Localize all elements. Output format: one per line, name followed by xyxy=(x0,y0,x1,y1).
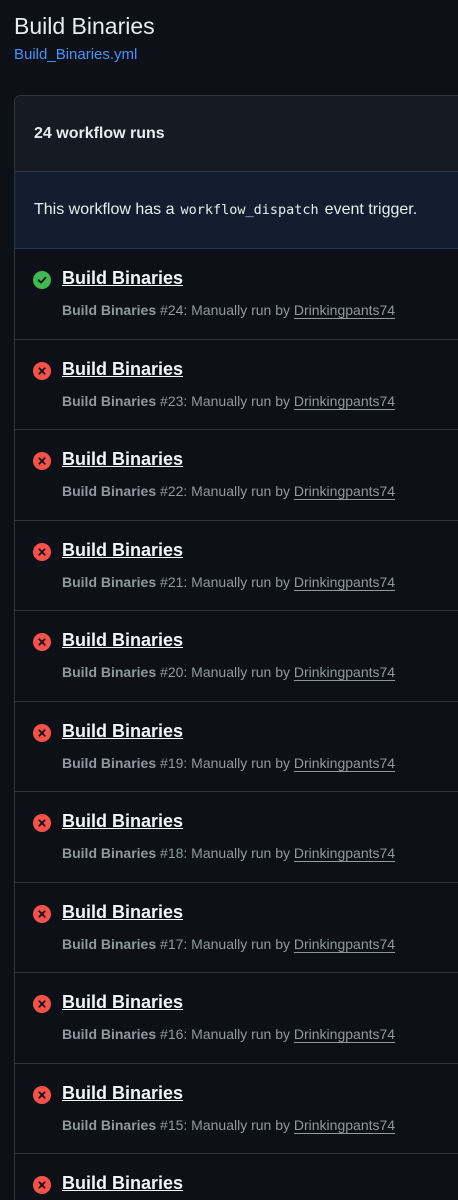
run-event: : Manually run by xyxy=(183,935,290,952)
runs-count-header: 24 workflow runs xyxy=(15,96,458,172)
run-title[interactable]: Build Binaries xyxy=(62,902,183,923)
workflow-runs-list: 24 workflow runs This workflow has a wor… xyxy=(14,95,458,1200)
x-circle-icon xyxy=(33,995,51,1013)
run-number: #20 xyxy=(160,664,184,680)
run-event: : Manually run by xyxy=(183,845,290,861)
run-title[interactable]: Build Binaries xyxy=(62,811,183,832)
x-circle-icon xyxy=(33,814,51,832)
run-number: #17 xyxy=(160,935,184,952)
run-actor-link[interactable]: Drinkingpants74 xyxy=(294,1117,395,1133)
run-workflow-name: Build Binaries xyxy=(62,754,157,771)
page-header: Build Binaries Build_Binaries.yml xyxy=(14,12,155,63)
x-circle-icon xyxy=(33,361,51,380)
run-title[interactable]: Build Binaries xyxy=(62,449,183,470)
x-circle-icon xyxy=(33,723,51,742)
workflow-run-row[interactable]: Build Binaries Build Binaries #21: Manua… xyxy=(15,521,458,611)
run-title[interactable]: Build Binaries xyxy=(62,268,183,289)
dispatch-banner-prefix: This workflow has a xyxy=(34,201,175,218)
run-event: : Manually run by xyxy=(183,1116,290,1133)
run-title[interactable]: Build Binaries xyxy=(62,1173,183,1194)
run-event: : Manually run by xyxy=(183,664,290,680)
run-actor-link[interactable]: Drinkingpants74 xyxy=(294,393,395,409)
run-workflow-name: Build Binaries xyxy=(62,664,157,680)
run-event: : Manually run by xyxy=(183,573,290,590)
run-workflow-name: Build Binaries xyxy=(62,392,157,409)
x-circle-icon xyxy=(33,1176,51,1194)
run-meta: Build Binaries #20: Manually run by Drin… xyxy=(62,664,395,680)
run-event: : Manually run by xyxy=(183,483,290,499)
run-actor-link[interactable]: Drinkingpants74 xyxy=(294,845,395,861)
run-actor-link[interactable]: Drinkingpants74 xyxy=(294,574,395,590)
run-actor-link[interactable]: Drinkingpants74 xyxy=(294,755,395,771)
run-actor-link[interactable]: Drinkingpants74 xyxy=(294,936,395,952)
run-title[interactable]: Build Binaries xyxy=(62,540,183,561)
check-circle-icon xyxy=(33,271,51,289)
workflow-run-row[interactable]: Build Binaries Build Binaries #16: Manua… xyxy=(15,973,458,1064)
run-workflow-name: Build Binaries xyxy=(62,302,157,318)
workflow-run-row[interactable]: Build Binaries Build Binaries #19: Manua… xyxy=(15,702,458,792)
workflow-run-row[interactable]: Build Binaries Build Binaries #24: Manua… xyxy=(15,249,458,340)
run-workflow-name: Build Binaries xyxy=(62,573,157,590)
dispatch-banner: This workflow has a workflow_dispatch ev… xyxy=(15,172,458,249)
x-circle-icon xyxy=(33,904,51,923)
dispatch-banner-suffix: event trigger. xyxy=(324,201,418,218)
run-title[interactable]: Build Binaries xyxy=(62,992,183,1013)
x-circle-icon xyxy=(33,452,51,470)
run-number: #22 xyxy=(160,483,184,499)
run-workflow-name: Build Binaries xyxy=(62,483,157,499)
run-title[interactable]: Build Binaries xyxy=(62,721,183,742)
run-event: : Manually run by xyxy=(183,1026,290,1042)
workflow-runs-page: Build Binaries Build_Binaries.yml 24 wor… xyxy=(0,0,458,1200)
x-circle-icon xyxy=(33,633,51,651)
run-meta: Build Binaries #24: Manually run by Drin… xyxy=(62,302,395,318)
workflow-run-row[interactable]: Build Binaries Build Binaries #23: Manua… xyxy=(15,340,458,430)
page-title: Build Binaries xyxy=(14,13,155,39)
x-circle-icon xyxy=(33,542,51,561)
run-meta: Build Binaries #16: Manually run by Drin… xyxy=(62,1026,395,1042)
run-number: #21 xyxy=(160,573,184,590)
run-meta: Build Binaries #18: Manually run by Drin… xyxy=(62,845,395,861)
dispatch-event-code: workflow_dispatch xyxy=(180,202,319,218)
workflow-run-row[interactable]: Build Binaries Build Binaries #18: Manua… xyxy=(15,792,458,883)
workflow-run-row[interactable]: Build Binaries Build Binaries #20: Manua… xyxy=(15,611,458,702)
run-workflow-name: Build Binaries xyxy=(62,845,157,861)
workflow-run-row[interactable]: Build Binaries Build Binaries #15: Manua… xyxy=(15,1064,458,1154)
run-list: Build Binaries Build Binaries #24: Manua… xyxy=(15,249,458,1200)
run-number: #19 xyxy=(160,754,184,771)
run-title[interactable]: Build Binaries xyxy=(62,630,183,651)
run-title[interactable]: Build Binaries xyxy=(62,1083,183,1104)
run-number: #15 xyxy=(160,1116,184,1133)
run-event: : Manually run by xyxy=(183,392,290,409)
run-actor-link[interactable]: Drinkingpants74 xyxy=(294,302,395,318)
run-title[interactable]: Build Binaries xyxy=(62,359,183,380)
runs-count: 24 workflow runs xyxy=(34,124,165,142)
run-actor-link[interactable]: Drinkingpants74 xyxy=(294,1026,395,1042)
run-number: #24 xyxy=(160,302,184,318)
run-number: #18 xyxy=(160,845,184,861)
workflow-run-row[interactable]: Build Binaries Build Binaries #17: Manua… xyxy=(15,883,458,973)
run-workflow-name: Build Binaries xyxy=(62,1026,157,1042)
run-number: #23 xyxy=(160,392,184,409)
run-number: #16 xyxy=(160,1026,184,1042)
run-workflow-name: Build Binaries xyxy=(62,1116,157,1133)
run-actor-link[interactable]: Drinkingpants74 xyxy=(294,664,395,680)
workflow-file-link[interactable]: Build_Binaries.yml xyxy=(14,46,155,63)
workflow-run-row[interactable]: Build Binaries xyxy=(15,1154,458,1200)
run-meta: Build Binaries #17: Manually run by Drin… xyxy=(62,936,395,952)
run-meta: Build Binaries #21: Manually run by Drin… xyxy=(62,574,395,590)
x-circle-icon xyxy=(33,1085,51,1104)
run-meta: Build Binaries #15: Manually run by Drin… xyxy=(62,1117,395,1133)
run-meta: Build Binaries #22: Manually run by Drin… xyxy=(62,483,395,499)
run-event: : Manually run by xyxy=(183,302,290,318)
run-meta: Build Binaries #23: Manually run by Drin… xyxy=(62,393,395,409)
run-event: : Manually run by xyxy=(183,754,290,771)
run-meta: Build Binaries #19: Manually run by Drin… xyxy=(62,755,395,771)
run-workflow-name: Build Binaries xyxy=(62,935,157,952)
workflow-run-row[interactable]: Build Binaries Build Binaries #22: Manua… xyxy=(15,430,458,521)
run-actor-link[interactable]: Drinkingpants74 xyxy=(294,483,395,499)
